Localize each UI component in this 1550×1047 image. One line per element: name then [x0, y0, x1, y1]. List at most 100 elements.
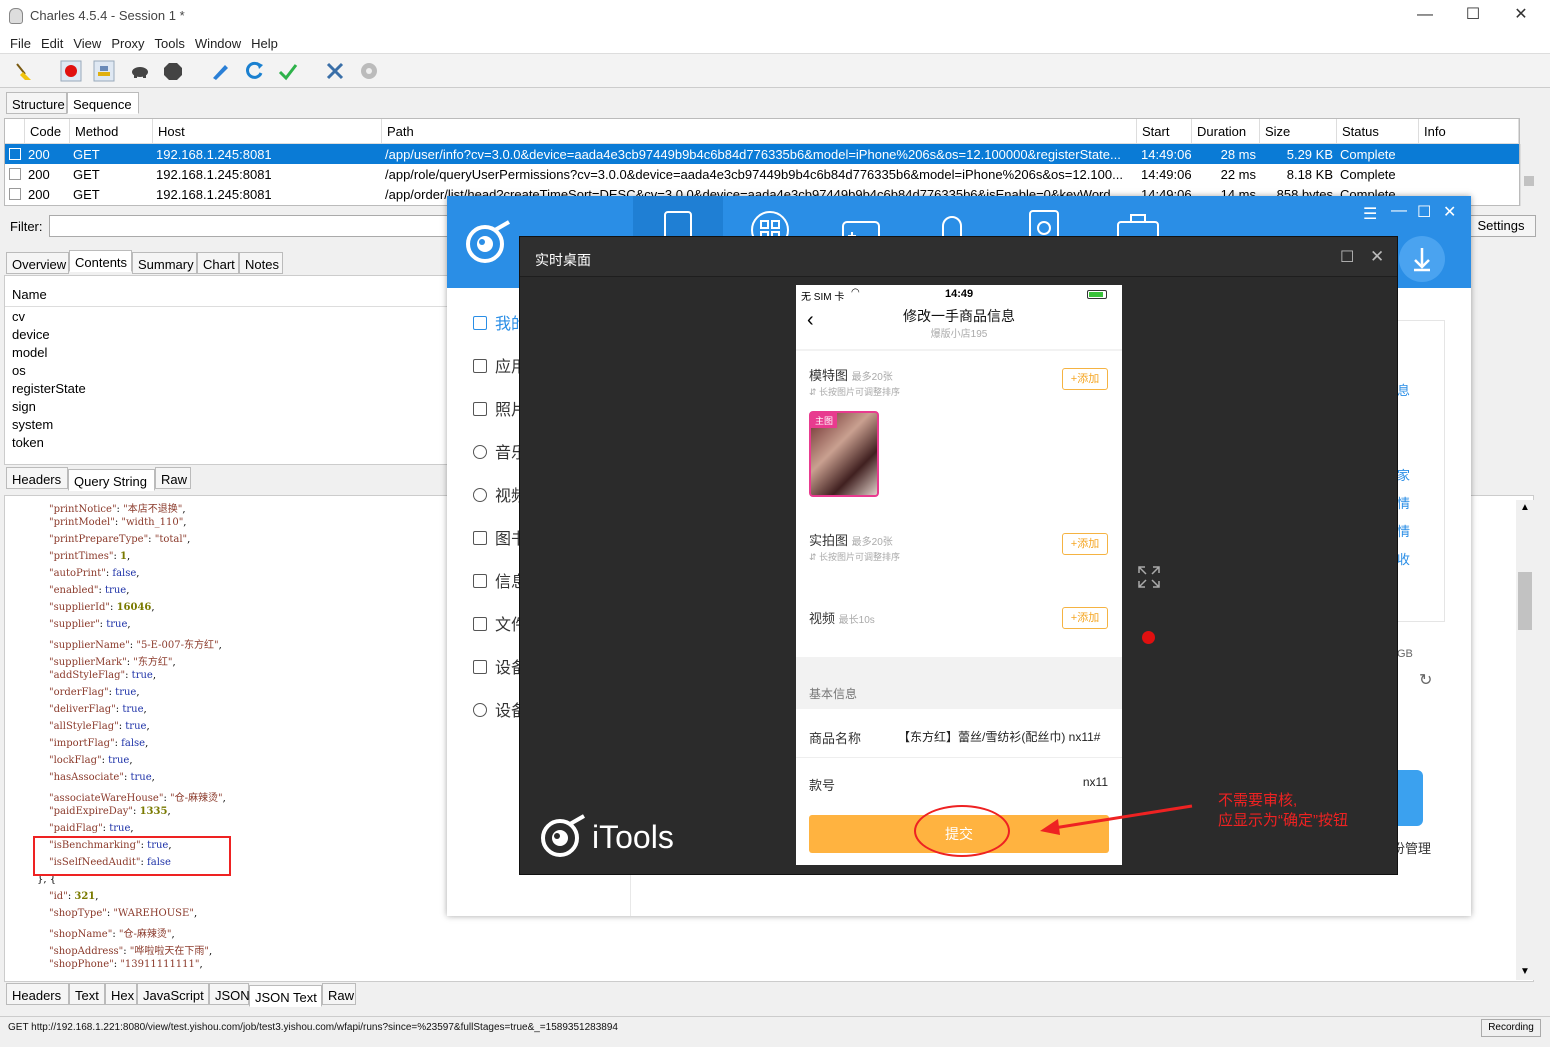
check-icon[interactable]: [277, 60, 299, 82]
product-name-value[interactable]: 【东方红】蕾丝/雪纺衫(配丝巾) nx11#: [898, 728, 1106, 746]
tab-structure[interactable]: Structure: [6, 92, 67, 114]
param-name[interactable]: system: [12, 417, 53, 432]
close-button[interactable]: ✕: [1498, 4, 1544, 28]
tab-json-text[interactable]: JSON Text: [249, 985, 322, 1007]
tab-json[interactable]: JSON: [209, 983, 250, 1005]
scrollbar-thumb[interactable]: [1524, 176, 1534, 186]
param-name[interactable]: registerState: [12, 381, 86, 396]
param-name[interactable]: token: [12, 435, 44, 450]
table-row[interactable]: 200 GET 192.168.1.245:8081 /app/user/inf…: [5, 144, 1519, 164]
menu-icon[interactable]: ☰: [1363, 204, 1377, 224]
refresh-icon[interactable]: ↻: [1419, 670, 1432, 690]
broom-icon[interactable]: [13, 60, 35, 82]
toolbar: [0, 54, 1550, 88]
menu-help[interactable]: Help: [246, 32, 283, 51]
info-link[interactable]: 家: [1397, 465, 1410, 484]
header-path[interactable]: Path: [382, 119, 1137, 144]
tab-summary[interactable]: Summary: [132, 252, 197, 274]
record-indicator-icon[interactable]: [1142, 631, 1155, 644]
json-scrollbar[interactable]: ▲ ▼: [1516, 500, 1534, 980]
sort-hint: ⇵ 长按图片可调整排序: [809, 387, 901, 397]
tab-overview[interactable]: Overview: [6, 252, 69, 274]
scrollbar-thumb[interactable]: [1518, 572, 1532, 630]
table-scrollbar[interactable]: [1520, 144, 1536, 206]
style-code-value[interactable]: nx11: [996, 775, 1108, 789]
param-name[interactable]: model: [12, 345, 47, 360]
scroll-up-icon[interactable]: ▲: [1520, 502, 1530, 513]
tab-query-string[interactable]: Query String: [68, 469, 155, 491]
table-row[interactable]: 200 GET 192.168.1.245:8081 /app/role/que…: [5, 164, 1519, 184]
minimize-button[interactable]: —: [1402, 4, 1448, 28]
throttle-icon[interactable]: [93, 60, 115, 82]
json-line: "shopAddress": "哗啦啦天在下雨",: [49, 946, 213, 957]
header-host[interactable]: Host: [153, 119, 382, 144]
model-image-thumbnail[interactable]: 主图: [809, 411, 879, 497]
stop-icon[interactable]: [162, 60, 184, 82]
tab-javascript[interactable]: JavaScript: [137, 983, 209, 1005]
header-method[interactable]: Method: [70, 119, 153, 144]
tab-headers[interactable]: Headers: [6, 467, 68, 489]
tab-headers[interactable]: Headers: [6, 983, 69, 1005]
real-image-label: 实拍图 最多20张: [809, 533, 893, 548]
maximize-icon[interactable]: ☐: [1417, 202, 1431, 222]
add-real-image-button[interactable]: +添加: [1062, 533, 1108, 555]
header-info[interactable]: Info: [1419, 119, 1519, 144]
menu-view[interactable]: View: [68, 32, 106, 51]
tab-sequence[interactable]: Sequence: [67, 92, 139, 114]
param-name[interactable]: cv: [12, 309, 25, 324]
menu-edit[interactable]: Edit: [36, 32, 68, 51]
rtd-close-icon[interactable]: ✕: [1370, 247, 1384, 267]
close-icon[interactable]: ✕: [1443, 202, 1456, 222]
minimize-icon[interactable]: —: [1391, 202, 1407, 220]
gear-icon[interactable]: [358, 60, 380, 82]
style-code-label: 款号: [809, 778, 836, 793]
maximize-button[interactable]: ☐: [1450, 4, 1496, 28]
tab-raw[interactable]: Raw: [155, 467, 191, 489]
menu-proxy[interactable]: Proxy: [106, 32, 149, 51]
backup-icon[interactable]: [1395, 770, 1423, 826]
menu-tools[interactable]: Tools: [150, 32, 190, 51]
recording-button[interactable]: Recording: [1481, 1019, 1541, 1037]
param-name[interactable]: os: [12, 363, 26, 378]
json-line: "paidFlag": true,: [49, 823, 134, 834]
folder-icon: [473, 617, 487, 631]
tools-icon[interactable]: [324, 60, 346, 82]
header-code[interactable]: Code: [25, 119, 70, 144]
scroll-down-icon[interactable]: ▼: [1520, 966, 1530, 977]
detail-scrollbar[interactable]: [1518, 275, 1534, 465]
music-icon: [473, 445, 487, 459]
info-link[interactable]: 情: [1397, 493, 1410, 512]
settings-button[interactable]: Settings: [1466, 215, 1536, 237]
image-icon: [473, 402, 487, 416]
menu-window[interactable]: Window: [190, 32, 246, 51]
fullscreen-icon[interactable]: [1137, 565, 1161, 589]
pen-icon[interactable]: [209, 60, 231, 82]
add-video-button[interactable]: +添加: [1062, 607, 1108, 629]
filter-input[interactable]: [49, 215, 449, 237]
refresh-icon[interactable]: [243, 60, 265, 82]
header-size[interactable]: Size: [1260, 119, 1337, 144]
header-status[interactable]: Status: [1337, 119, 1419, 144]
info-link[interactable]: 息: [1397, 380, 1410, 399]
add-model-image-button[interactable]: +添加: [1062, 368, 1108, 390]
info-link[interactable]: 收: [1397, 549, 1410, 568]
rtd-maximize-icon[interactable]: ☐: [1340, 247, 1354, 267]
record-icon[interactable]: [60, 60, 82, 82]
param-name[interactable]: sign: [12, 399, 36, 414]
tab-raw[interactable]: Raw: [322, 983, 356, 1005]
info-link[interactable]: 情: [1397, 521, 1410, 540]
param-name[interactable]: device: [12, 327, 50, 342]
turtle-icon[interactable]: [129, 60, 151, 82]
tab-hex[interactable]: Hex: [105, 983, 137, 1005]
header-duration[interactable]: Duration: [1192, 119, 1260, 144]
tab-contents[interactable]: Contents: [69, 250, 132, 272]
tab-text[interactable]: Text: [69, 983, 105, 1005]
menu-file[interactable]: File: [0, 32, 36, 51]
header-start[interactable]: Start: [1137, 119, 1192, 144]
phone-header: 无 SIM 卡 ◠ 14:49 ‹ 修改一手商品信息 爆版小店195: [796, 285, 1122, 349]
json-line: "shopName": "仓-麻辣烫",: [49, 929, 175, 940]
tab-notes[interactable]: Notes: [239, 252, 283, 274]
tab-chart[interactable]: Chart: [197, 252, 239, 274]
json-line: "importFlag": false,: [49, 738, 149, 749]
download-icon[interactable]: [1399, 236, 1445, 282]
